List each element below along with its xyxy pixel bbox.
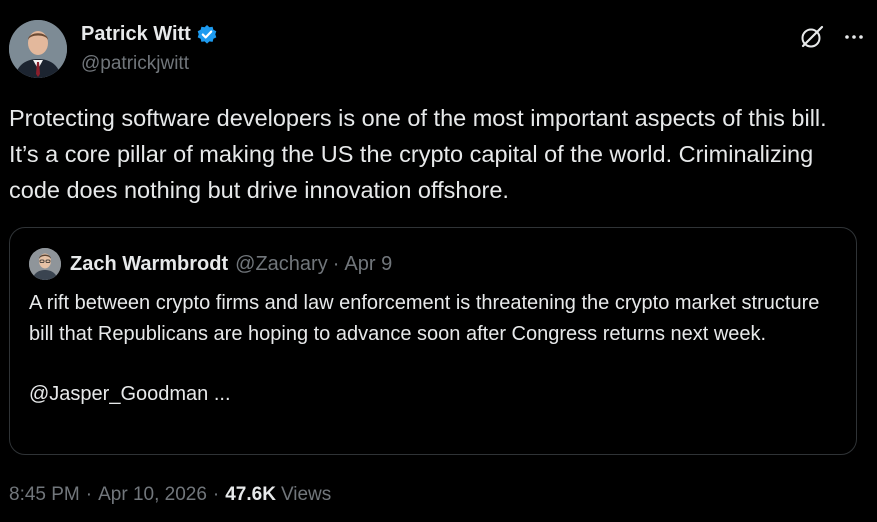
quoted-date: Apr 9 — [344, 252, 393, 275]
grok-icon[interactable] — [797, 22, 827, 52]
views-count[interactable]: 47.6K — [225, 484, 276, 506]
quoted-separator: · — [332, 252, 340, 275]
post-header: Patrick Witt @patrickjwitt — [9, 18, 869, 80]
quoted-author-display-name: Zach Warmbrodt — [70, 252, 229, 275]
meta-separator: · — [212, 484, 220, 505]
quoted-post[interactable]: Zach Warmbrodt @Zachary · Apr 9 A rift b… — [9, 227, 857, 455]
quoted-post-header: Zach Warmbrodt @Zachary · Apr 9 — [29, 248, 392, 280]
quoted-author-avatar — [29, 248, 61, 280]
author-avatar[interactable] — [9, 20, 67, 78]
author-name-row: Patrick Witt — [81, 23, 218, 46]
post-date[interactable]: Apr 10, 2026 — [98, 484, 207, 506]
author-display-name[interactable]: Patrick Witt — [81, 23, 191, 46]
author-handle[interactable]: @patrickjwitt — [81, 53, 189, 75]
post-text: Protecting software developers is one of… — [9, 105, 827, 203]
meta-separator: · — [85, 484, 93, 505]
quoted-author-handle: @Zachary — [235, 252, 328, 275]
post-actions — [785, 22, 869, 52]
post-time[interactable]: 8:45 PM — [9, 484, 80, 506]
quoted-post-text: A rift between crypto firms and law enfo… — [29, 288, 829, 410]
post-meta: 8:45 PM · Apr 10, 2026 · 47.6K Views — [9, 484, 331, 506]
views-label: Views — [280, 484, 332, 505]
verified-badge-icon — [196, 24, 218, 46]
more-icon[interactable] — [839, 22, 869, 52]
quoted-paragraph: @Jasper_Goodman ... — [29, 383, 231, 405]
quoted-paragraph: A rift between crypto firms and law enfo… — [29, 292, 820, 345]
